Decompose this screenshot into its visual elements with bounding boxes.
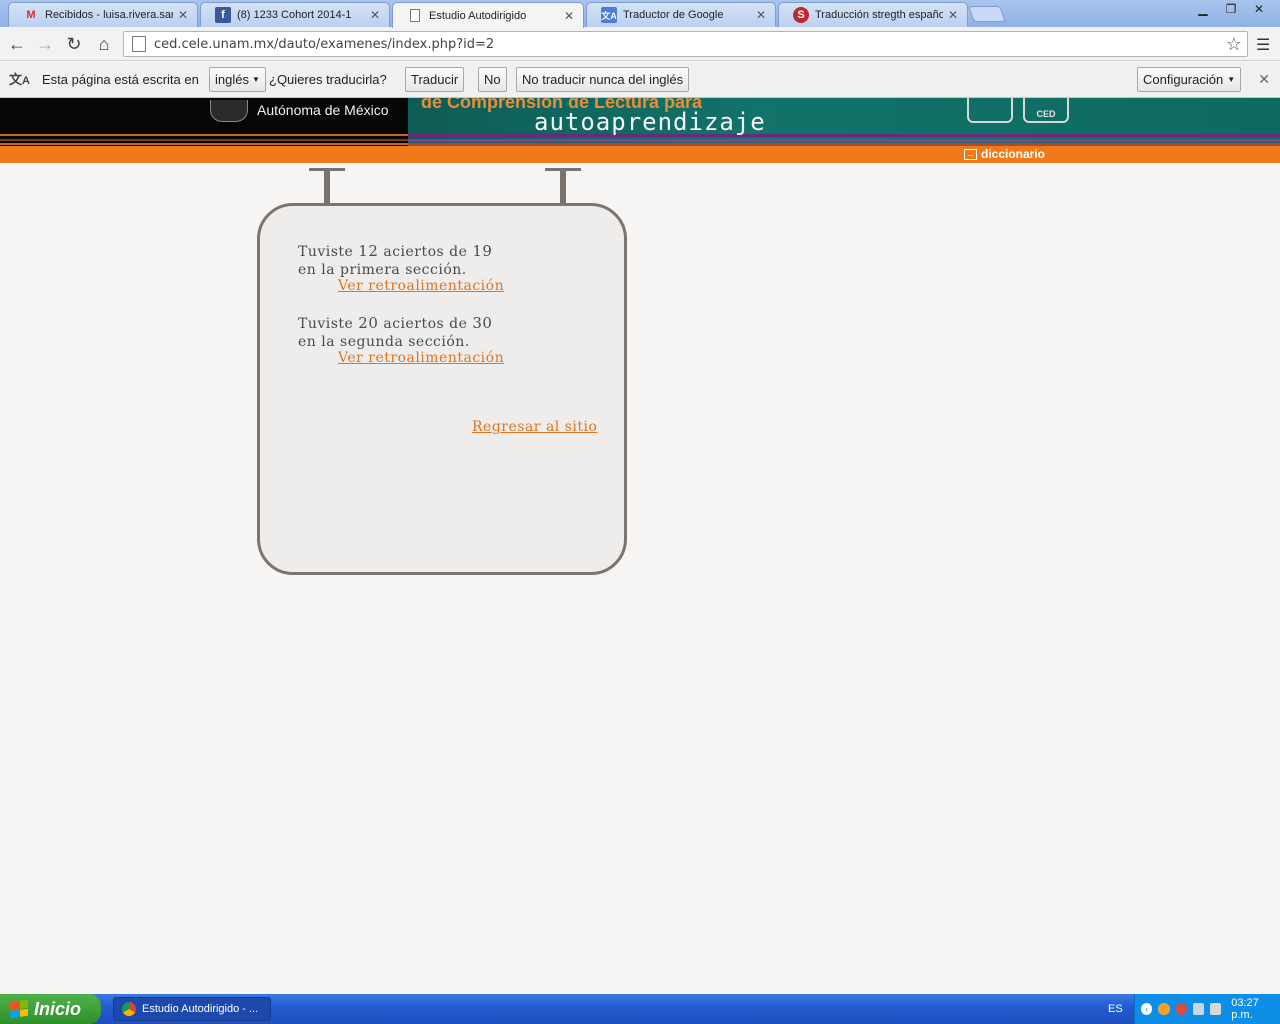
result-section-1: Tuviste 12 aciertos de 19 en la primera … — [298, 242, 492, 279]
sign-hanger-left — [324, 169, 330, 204]
university-name: Autónoma de México — [257, 102, 389, 118]
cele-logo-icon — [967, 98, 1013, 123]
close-icon[interactable]: ✕ — [369, 8, 381, 22]
network-icon[interactable] — [1192, 1003, 1204, 1015]
arrow-right-icon: → — [964, 148, 977, 160]
tab-title: Recibidos - luisa.rivera.sanch — [45, 9, 173, 21]
tab-gmail[interactable]: M Recibidos - luisa.rivera.sanch ✕ — [8, 2, 198, 27]
tab-strip: M Recibidos - luisa.rivera.sanch ✕ f (8)… — [0, 0, 1280, 28]
bookmark-star-icon[interactable]: ☆ — [1221, 34, 1247, 55]
result-score: 12 — [358, 242, 379, 260]
chevron-down-icon: ▼ — [1227, 75, 1236, 84]
reload-icon[interactable]: ↻ — [63, 33, 85, 55]
language-indicator[interactable]: ES — [1108, 1003, 1123, 1015]
close-icon[interactable]: ✕ — [177, 8, 189, 22]
translate-question-text: ¿Quieres traducirla? — [269, 72, 387, 87]
start-button[interactable]: Inicio — [0, 994, 101, 1024]
ced-logo: CED — [1023, 98, 1069, 123]
back-arrow-icon[interactable]: ← — [6, 33, 28, 55]
results-sign: Tuviste 12 aciertos de 19 en la primera … — [257, 203, 627, 575]
show-hidden-icons-icon[interactable]: ‹ — [1141, 1003, 1153, 1015]
back-to-site-link[interactable]: Regresar al sitio — [472, 419, 597, 435]
chrome-icon — [122, 1002, 136, 1016]
result-middle: aciertos de — [383, 244, 468, 260]
windows-taskbar: Inicio Estudio Autodirigido - ... ES ‹ 0… — [0, 994, 1280, 1024]
result-total: 19 — [472, 242, 493, 260]
facebook-icon: f — [215, 7, 231, 23]
tab-traduccion[interactable]: S Traducción stregth español ✕ — [778, 2, 968, 27]
system-tray: ‹ 03:27 p.m. — [1134, 994, 1280, 1024]
tab-title: Estudio Autodirigido — [429, 9, 527, 22]
taskbar-item-label: Estudio Autodirigido - ... — [142, 1003, 259, 1015]
forward-arrow-icon[interactable]: → — [34, 33, 56, 55]
never-translate-button[interactable]: No traducir nunca del inglés — [516, 67, 690, 92]
minimize-icon[interactable]: ▁ — [1190, 0, 1216, 18]
clock[interactable]: 03:27 p.m. — [1231, 997, 1280, 1021]
translate-bar: 文A Esta página está escrita en inglés ▼ … — [0, 62, 1280, 98]
gmail-icon: M — [26, 9, 36, 21]
tab-facebook[interactable]: f (8) 1233 Cohort 2014-1 ✕ — [200, 2, 390, 27]
tab-title: (8) 1233 Cohort 2014-1 — [237, 9, 352, 21]
windows-logo-icon — [10, 999, 28, 1019]
chevron-down-icon: ▼ — [251, 75, 260, 84]
new-tab-button[interactable] — [968, 6, 1006, 22]
result-middle: aciertos de — [383, 316, 468, 332]
diccionario-link[interactable]: → diccionario — [964, 147, 1045, 161]
result-score: 20 — [358, 314, 379, 332]
result-prefix: Tuviste — [298, 316, 354, 332]
start-label: Inicio — [34, 998, 82, 1019]
result-prefix: Tuviste — [298, 244, 354, 260]
site-banner: Autónoma de México de Comprensión de Lec… — [0, 98, 1280, 146]
configuration-label: Configuración — [1143, 72, 1224, 87]
result-section-2: Tuviste 20 aciertos de 30 en la segunda … — [298, 314, 492, 351]
window-controls: ▁ ❐ ✕ — [1190, 0, 1272, 18]
diccionario-label: diccionario — [981, 147, 1046, 161]
url-text[interactable]: ced.cele.unam.mx/dauto/examenes/index.ph… — [154, 37, 1221, 52]
browser-toolbar: ← → ↻ ⌂ ced.cele.unam.mx/dauto/examenes/… — [0, 27, 1280, 61]
antivirus-icon[interactable] — [1175, 1003, 1187, 1015]
close-window-icon[interactable]: ✕ — [1246, 0, 1272, 18]
feedback-link-2[interactable]: Ver retroalimentación — [338, 350, 504, 366]
page-icon — [407, 8, 423, 24]
tab-traductor-google[interactable]: 文A Traductor de Google ✕ — [586, 2, 776, 27]
restore-icon[interactable]: ❐ — [1218, 0, 1244, 18]
result-section-label: en la primera sección. — [298, 262, 467, 278]
translate-icon: 文A — [9, 72, 30, 87]
google-translate-icon: 文A — [601, 7, 617, 23]
close-icon[interactable]: ✕ — [1258, 71, 1270, 88]
feedback-link-1[interactable]: Ver retroalimentación — [338, 278, 504, 294]
menu-icon[interactable]: ☰ — [1256, 35, 1272, 55]
tray-app-icon[interactable] — [1158, 1003, 1170, 1015]
translate-button[interactable]: Traducir — [405, 67, 465, 92]
sign-hanger-right — [560, 169, 566, 204]
configuration-button[interactable]: Configuración ▼ — [1137, 67, 1242, 92]
result-section-label: en la segunda sección. — [298, 334, 470, 350]
close-icon[interactable]: ✕ — [755, 8, 767, 22]
page-icon — [132, 36, 146, 52]
unam-crest-icon — [210, 100, 248, 122]
tab-estudio-autodirigido[interactable]: Estudio Autodirigido ✕ — [392, 2, 584, 28]
tab-title: Traductor de Google — [623, 9, 724, 21]
language-select[interactable]: inglés ▼ — [209, 67, 266, 92]
result-total: 30 — [472, 314, 493, 332]
banner-title-line2: autoaprendizaje — [534, 108, 766, 136]
close-icon[interactable]: ✕ — [563, 9, 575, 23]
tab-title: Traducción stregth español — [815, 9, 943, 21]
taskbar-item-browser[interactable]: Estudio Autodirigido - ... — [113, 997, 271, 1021]
home-icon[interactable]: ⌂ — [93, 33, 115, 55]
no-button[interactable]: No — [478, 67, 507, 92]
orange-nav-bar: → diccionario — [0, 146, 1280, 163]
address-bar[interactable]: ced.cele.unam.mx/dauto/examenes/index.ph… — [123, 31, 1248, 57]
translate-site-icon: S — [793, 7, 809, 23]
close-icon[interactable]: ✕ — [947, 8, 959, 22]
translate-lead-text: Esta página está escrita en — [42, 72, 199, 87]
language-value: inglés — [215, 72, 249, 87]
volume-icon[interactable] — [1210, 1003, 1222, 1015]
